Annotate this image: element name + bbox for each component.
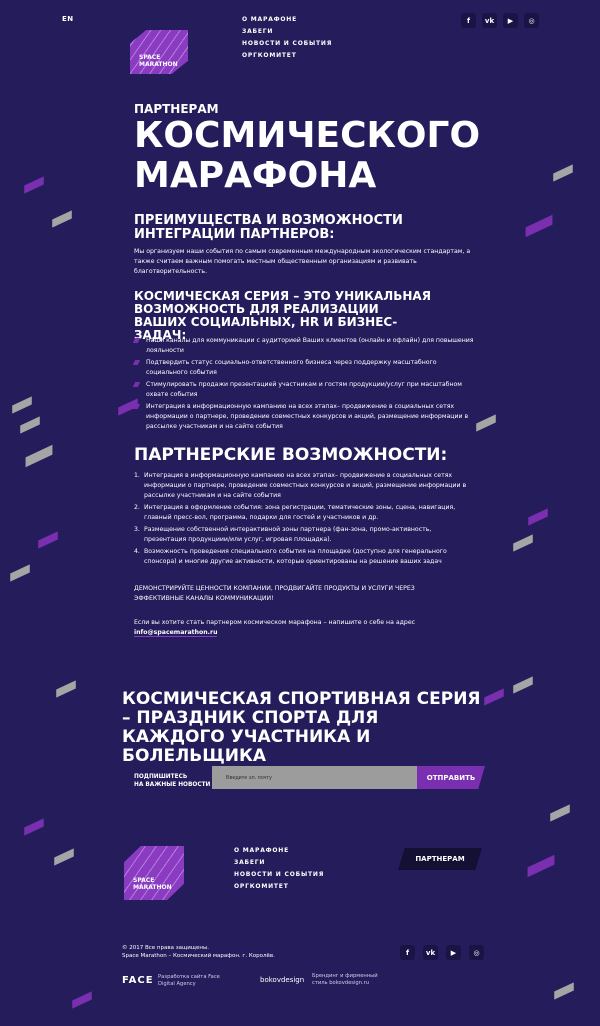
youtube-icon[interactable]: ▶ bbox=[446, 945, 461, 960]
decor-shard bbox=[513, 676, 533, 694]
decor-shard bbox=[24, 176, 44, 194]
decor-shard bbox=[10, 564, 30, 582]
decor-shard bbox=[72, 991, 92, 1009]
section-advantages-title: ПРЕИМУЩЕСТВА И ВОЗМОЖНОСТИ ИНТЕГРАЦИИ ПА… bbox=[134, 213, 403, 242]
footer-nav-item-committee[interactable]: ОРГКОМИТЕТ bbox=[234, 881, 324, 893]
vk-icon[interactable]: vk bbox=[423, 945, 438, 960]
instagram-icon[interactable]: ◎ bbox=[469, 945, 484, 960]
footer-nav-item-about[interactable]: О МАРАФОНЕ bbox=[234, 845, 324, 857]
decor-shard bbox=[54, 848, 74, 866]
nav-item-about[interactable]: О МАРАФОНЕ bbox=[242, 14, 332, 26]
list-number: 3. bbox=[134, 526, 140, 533]
credit-line: Digital Agency bbox=[158, 981, 196, 987]
logo-stripes bbox=[124, 846, 184, 900]
decor-shard bbox=[20, 416, 40, 434]
header-social-links: f vk ▶ ◎ bbox=[461, 13, 539, 28]
copyright-line: © 2017 Все права защищены. bbox=[122, 945, 210, 951]
decor-shard bbox=[554, 982, 574, 1000]
list-item-text: Интеграция в информационную кампанию на … bbox=[144, 472, 467, 499]
list-item: Подтвердить статус социально-ответственн… bbox=[134, 358, 474, 378]
subscribe-label: ПОДПИШИТЕСЬ НА ВАЖНЫЕ НОВОСТИ bbox=[134, 773, 210, 789]
email-link[interactable]: info@spacemarathon.ru bbox=[134, 629, 218, 637]
sport-series-title: КОСМИЧЕСКАЯ СПОРТИВНАЯ СЕРИЯ – ПРАЗДНИК … bbox=[122, 689, 481, 766]
list-item: Наши каналы для коммуникации с аудиторие… bbox=[134, 336, 474, 356]
instagram-icon[interactable]: ◎ bbox=[524, 13, 539, 28]
nav-item-committee[interactable]: ОРГКОМИТЕТ bbox=[242, 50, 332, 62]
copyright: © 2017 Все права защищены. Space Maratho… bbox=[122, 944, 275, 960]
face-agency-logo[interactable]: FACE bbox=[122, 975, 154, 986]
decor-shard bbox=[24, 818, 44, 836]
top-navigation: О МАРАФОНЕ ЗАБЕГИ НОВОСТИ И СОБЫТИЯ ОРГК… bbox=[242, 14, 332, 62]
decor-shard bbox=[553, 164, 573, 182]
list-item: Стимулировать продажи презентацией участ… bbox=[134, 380, 474, 400]
subscribe-label-line: НА ВАЖНЫЕ НОВОСТИ bbox=[134, 782, 211, 788]
partners-button[interactable]: ПАРТНЕРАМ bbox=[398, 848, 482, 870]
footer-nav-item-races[interactable]: ЗАБЕГИ bbox=[234, 857, 324, 869]
decor-shard bbox=[513, 534, 533, 552]
decor-shard bbox=[56, 680, 76, 698]
decor-shard bbox=[52, 210, 72, 228]
section-space-series-title: КОСМИЧЕСКАЯ СЕРИЯ – ЭТО УНИКАЛЬНАЯ ВОЗМО… bbox=[134, 289, 431, 342]
list-number: 1. bbox=[134, 472, 140, 479]
site-logo[interactable]: SPACE MARATHON bbox=[130, 30, 188, 74]
facebook-icon[interactable]: f bbox=[461, 13, 476, 28]
section-partner-opportunities-title: ПАРТНЕРСКИЕ ВОЗМОЖНОСТИ: bbox=[134, 445, 448, 465]
list-item-text: Интеграция в оформление события: зона ре… bbox=[144, 504, 456, 521]
decor-shard bbox=[476, 414, 496, 432]
nav-item-news[interactable]: НОВОСТИ И СОБЫТИЯ bbox=[242, 38, 332, 50]
opportunities-list: 1. Интеграция в информационную кампанию н… bbox=[134, 471, 474, 569]
benefits-list: Наши каналы для коммуникации с аудиторие… bbox=[134, 336, 474, 434]
decor-shard bbox=[525, 214, 553, 238]
list-item: Интеграция в информационную кампанию на … bbox=[134, 402, 474, 432]
footer-logo[interactable]: SPACE MARATHON bbox=[124, 846, 184, 900]
list-item: 2. Интеграция в оформление события: зона … bbox=[134, 503, 474, 523]
contact-line: Если вы хотите стать партнером космическ… bbox=[134, 618, 464, 638]
footer-social-links: f vk ▶ ◎ bbox=[400, 945, 484, 960]
subscribe-submit-button[interactable]: ОТПРАВИТЬ bbox=[417, 766, 485, 789]
list-item: 3. Размещение собственной интерактивной з… bbox=[134, 525, 474, 545]
list-item-text: Размещение собственной интерактивной зон… bbox=[144, 526, 432, 543]
email-input[interactable] bbox=[212, 766, 417, 789]
decor-shard bbox=[484, 688, 504, 706]
logo-text: SPACE MARATHON bbox=[133, 877, 172, 891]
facebook-icon[interactable]: f bbox=[400, 945, 415, 960]
call-to-action-text: ДЕМОНСТРИРУЙТЕ ЦЕННОСТИ КОМПАНИИ, ПРОДВИ… bbox=[134, 585, 415, 602]
list-item-text: Возможность проведения специального собы… bbox=[144, 548, 447, 565]
footer-navigation: О МАРАФОНЕ ЗАБЕГИ НОВОСТИ И СОБЫТИЯ ОРГК… bbox=[234, 845, 324, 893]
copyright-line: Space Marathon – Космический марафон. г.… bbox=[122, 953, 275, 959]
list-item: 4. Возможность проведения специального со… bbox=[134, 547, 474, 567]
section-advantages-text: Мы организуем наши события по самым совр… bbox=[134, 248, 471, 275]
bokovdesign-logo[interactable]: bokovdesign bbox=[260, 976, 304, 984]
language-switch[interactable]: EN bbox=[62, 15, 74, 23]
decor-shard bbox=[527, 854, 555, 878]
list-item: 1. Интеграция в информационную кампанию н… bbox=[134, 471, 474, 501]
page-title: КОСМИЧЕСКОГО МАРАФОНА bbox=[134, 115, 481, 196]
logo-text-line: SPACE bbox=[139, 54, 161, 61]
list-number: 4. bbox=[134, 548, 140, 555]
decor-shard bbox=[38, 531, 58, 549]
subscribe-label-line: ПОДПИШИТЕСЬ bbox=[134, 774, 188, 780]
page-kicker: ПАРТНЕРАМ bbox=[134, 102, 219, 116]
logo-text-line: SPACE bbox=[133, 877, 155, 884]
footer-nav-item-news[interactable]: НОВОСТИ И СОБЫТИЯ bbox=[234, 869, 324, 881]
bokovdesign-credit[interactable]: Брендинг и фирменный стиль bokovdesign.r… bbox=[312, 973, 378, 987]
decor-shard bbox=[12, 396, 32, 414]
decor-shard bbox=[25, 444, 53, 468]
credit-line: Брендинг и фирменный bbox=[312, 973, 378, 979]
credit-line: стиль bokovdesign.ru bbox=[312, 980, 370, 986]
contact-prefix: Если вы хотите стать партнером космическ… bbox=[134, 619, 416, 626]
youtube-icon[interactable]: ▶ bbox=[503, 13, 518, 28]
logo-text: SPACE MARATHON bbox=[139, 54, 178, 68]
logo-text-line: MARATHON bbox=[139, 61, 178, 68]
list-number: 2. bbox=[134, 504, 140, 511]
face-agency-credit[interactable]: Разработка сайта Face Digital Agency bbox=[158, 974, 220, 988]
vk-icon[interactable]: vk bbox=[482, 13, 497, 28]
logo-text-line: MARATHON bbox=[133, 884, 172, 891]
decor-shard bbox=[528, 508, 548, 526]
credit-line: Разработка сайта Face bbox=[158, 974, 220, 980]
decor-shard bbox=[550, 804, 570, 822]
nav-item-races[interactable]: ЗАБЕГИ bbox=[242, 26, 332, 38]
